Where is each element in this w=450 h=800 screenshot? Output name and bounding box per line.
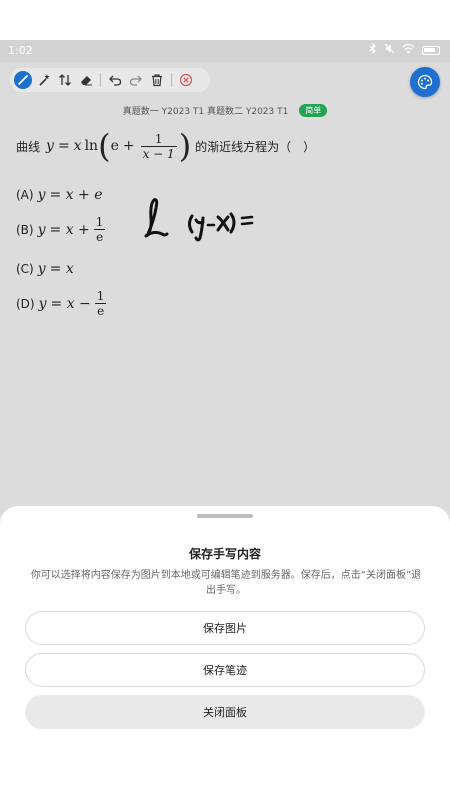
sheet-description: 你可以选择将内容保存为图片到本地或可编辑笔迹到服务器。保存后，点击“关闭面板”退… (30, 570, 422, 596)
option-var: y (38, 295, 47, 312)
fraction-numerator: 1 (154, 131, 163, 146)
wifi-icon (402, 43, 415, 57)
redo-icon[interactable] (127, 71, 145, 89)
option-var: y (37, 187, 46, 203)
bluetooth-icon (369, 42, 377, 57)
status-icons (369, 42, 440, 57)
question-source: 真题数一 Y2023 T1 真题数二 Y2023 T1 简单 (0, 104, 450, 117)
right-paren: ) (178, 127, 192, 165)
option-label: (B) (16, 222, 34, 237)
handwritten-strokes (144, 198, 254, 242)
option-label: (D) (16, 296, 35, 311)
fraction-denominator: x − 1 (140, 145, 177, 161)
question-suffix: 的渐近线方程为（ ） (195, 139, 316, 154)
option-b[interactable]: (B) y = x + 1 e (16, 215, 107, 244)
status-bar: 1:02 (0, 40, 450, 62)
option-a[interactable]: (A) y = x + e (16, 187, 103, 203)
math-fraction: 1 e (95, 289, 107, 318)
option-var: y (37, 221, 46, 238)
mute-icon (384, 43, 395, 57)
question-prefix: 曲线 (16, 139, 41, 154)
save-bottom-sheet: 保存手写内容 你可以选择将内容保存为图片到本地或可编辑笔迹到服务器。保存后，点击… (0, 506, 450, 800)
option-label: (C) (16, 262, 34, 276)
math-ln: ln (84, 138, 99, 154)
pen-toolbar (10, 68, 210, 92)
option-rhs: = x (49, 261, 74, 277)
fraction-numerator: 1 (95, 215, 104, 229)
save-image-button[interactable]: 保存图片 (25, 611, 425, 645)
math-e: e (110, 138, 119, 154)
fraction-numerator: 1 (96, 289, 105, 303)
math-fraction: 1 e (94, 215, 106, 244)
undo-icon[interactable] (106, 71, 124, 89)
math-plus: + (122, 138, 135, 154)
option-c[interactable]: (C) y = x (16, 261, 74, 277)
option-var: y (37, 261, 46, 277)
option-rhs: = x + (49, 221, 90, 238)
option-label: (A) (16, 188, 34, 202)
option-d[interactable]: (D) y = x − 1 e (16, 289, 108, 318)
math-var: x (73, 138, 82, 154)
math-fraction: 1 x − 1 (140, 131, 177, 161)
source-text: 真题数一 Y2023 T1 真题数二 Y2023 T1 (122, 107, 289, 117)
close-circle-icon[interactable] (177, 71, 195, 89)
status-time: 1:02 (8, 44, 33, 57)
toolbar-divider (100, 73, 101, 87)
option-rhs: = x − (50, 295, 91, 312)
eraser-icon[interactable] (77, 71, 95, 89)
battery-icon (422, 45, 440, 55)
drag-handle[interactable] (197, 514, 253, 518)
save-strokes-button[interactable]: 保存笔迹 (25, 653, 425, 687)
swap-vertical-icon[interactable] (56, 71, 74, 89)
difficulty-badge: 简单 (299, 104, 328, 117)
math-var: y (46, 138, 54, 154)
top-blank-area (0, 0, 450, 40)
magic-wand-icon[interactable] (35, 71, 53, 89)
fraction-denominator: e (95, 303, 107, 318)
math-eq: = (57, 138, 70, 154)
fraction-denominator: e (94, 229, 106, 244)
toolbar-divider (171, 73, 172, 87)
left-paren: ( (98, 127, 111, 165)
option-rhs: = x + e (49, 187, 103, 203)
pen-icon[interactable] (14, 71, 32, 89)
palette-button[interactable] (410, 67, 440, 97)
palette-icon (417, 74, 433, 90)
trash-icon[interactable] (148, 71, 166, 89)
question-stem: 曲线 y = x ln ( e + 1 x − 1 ) 的渐近线方程为（ ） (16, 130, 315, 162)
sheet-title: 保存手写内容 (188, 547, 261, 561)
close-panel-button[interactable]: 关闭面板 (25, 695, 425, 729)
